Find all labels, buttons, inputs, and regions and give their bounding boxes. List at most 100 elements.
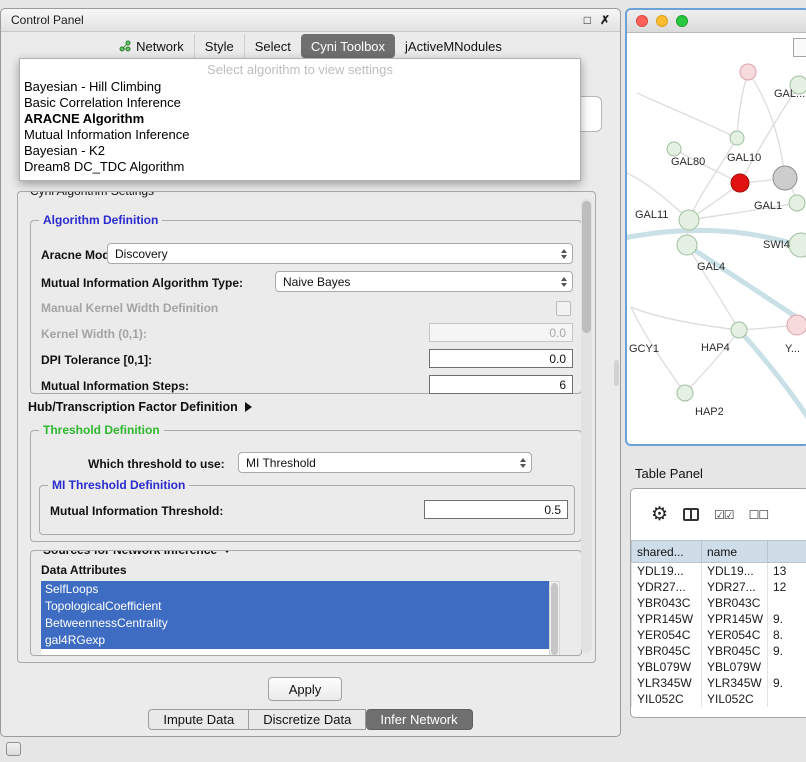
network-node[interactable] [677,235,697,255]
data-attribute-item[interactable]: BetweennessCentrality [41,615,549,632]
table-row[interactable]: YBR045CYBR045C9. [632,643,806,659]
cyni-bottom-tab-bar: Impute Data Discretize Data Infer Networ… [1,709,620,730]
table-cell: YBR043C [702,595,768,611]
table-row[interactable]: YLR345WYLR345W9. [632,675,806,691]
algorithm-option[interactable]: Bayesian - K2 [20,143,580,159]
algorithm-dropdown-placeholder[interactable]: Select algorithm to view settings [20,61,580,79]
network-node[interactable] [731,322,747,338]
network-node[interactable] [740,64,756,80]
table-cell: YIL052C [632,691,702,707]
table-row[interactable]: YIL052CYIL052C [632,691,806,707]
apply-button[interactable]: Apply [268,677,342,701]
table-row[interactable]: YPR145WYPR145W9. [632,611,806,627]
network-node[interactable] [731,174,749,192]
table-row[interactable]: YDR27...YDR27...12 [632,579,806,595]
tab-infer-network[interactable]: Infer Network [366,709,472,730]
dpi-tolerance-value: 0.0 [549,352,566,366]
close-icon[interactable]: ✗ [600,14,610,26]
svg-text:GAL4: GAL4 [697,261,725,273]
mi-steps-value: 6 [559,378,566,392]
table-cell [768,691,806,707]
tab-jactivemnodules[interactable]: jActiveMNodules [395,34,512,58]
mi-threshold-input[interactable]: 0.5 [424,500,568,519]
aracne-mode-select[interactable]: Discovery [107,243,573,264]
close-traffic-light[interactable] [636,15,648,27]
attributes-scrollbar[interactable] [549,581,560,656]
network-canvas[interactable]: GAL... GAL80 GAL10 GAL11 GAL1 SWI4 GAL4 … [627,33,806,445]
network-node[interactable] [677,385,693,401]
network-node[interactable] [789,195,805,211]
dpi-tolerance-input[interactable]: 0.0 [429,349,573,368]
table-cell: YER054C [632,627,702,643]
mi-type-value: Naive Bayes [283,275,350,289]
data-attribute-item[interactable]: gal4RGexp [41,632,549,649]
select-all-checkboxes-icon[interactable]: ☑☑ [714,509,734,521]
tab-impute-data[interactable]: Impute Data [148,709,249,730]
network-icon [119,40,131,52]
table-row[interactable]: YDL19...YDL19...13 [632,563,806,580]
algorithm-option[interactable]: Dream8 DC_TDC Algorithm [20,159,580,175]
table-cell: YDR27... [632,579,702,595]
network-window-titlebar[interactable] [627,10,806,33]
manual-kernel-checkbox[interactable] [556,301,571,316]
sources-title: Sources for Network Inference [43,550,217,557]
tab-discretize-data[interactable]: Discretize Data [249,709,366,730]
network-node[interactable] [667,142,681,156]
float-window-icon[interactable]: □ [584,14,591,26]
manual-kernel-label: Manual Kernel Width Definition [41,301,218,315]
mi-threshold-definition-title: MI Threshold Definition [48,478,189,492]
threshold-definition-title: Threshold Definition [39,423,164,437]
tab-network[interactable]: Network [109,34,194,58]
minimize-traffic-light[interactable] [656,15,668,27]
gear-icon[interactable]: ⚙ [651,505,668,524]
columns-icon[interactable] [683,508,699,521]
table-row[interactable]: YBL079WYBL079W [632,659,806,675]
column-header-shared[interactable]: shared... [632,541,702,563]
algorithm-option[interactable]: Mutual Information Inference [20,127,580,143]
table-row[interactable]: YER054CYER054C8. [632,627,806,643]
collapsed-panel-icon[interactable] [6,742,21,756]
network-graph[interactable]: GAL... GAL80 GAL10 GAL11 GAL1 SWI4 GAL4 … [627,33,806,445]
settings-scrollbar[interactable] [581,199,592,653]
svg-text:HAP2: HAP2 [695,406,724,418]
algorithm-definition-title: Algorithm Definition [39,213,162,227]
control-panel-titlebar[interactable]: Control Panel □ ✗ [1,9,620,32]
column-header-third[interactable] [768,541,806,563]
table-toolbar: ⚙ ☑☑ ☐☐ [631,489,806,540]
tab-cyni-toolbox-label: Cyni Toolbox [311,39,385,54]
obscured-field-fragment [578,96,602,132]
data-attributes-list[interactable]: SelfLoopsTopologicalCoefficientBetweenne… [41,581,549,656]
threshold-definition-group: Threshold Definition Which threshold to … [30,430,582,542]
mi-threshold-value: 0.5 [544,503,561,517]
data-attribute-item[interactable]: SelfLoops [41,581,549,598]
network-node[interactable] [787,315,806,335]
network-view-window: GAL... GAL80 GAL10 GAL11 GAL1 SWI4 GAL4 … [625,8,806,446]
algorithm-option[interactable]: ARACNE Algorithm [20,111,580,127]
network-node[interactable] [789,233,806,257]
canvas-scroll-box[interactable] [793,38,806,57]
tab-select[interactable]: Select [244,34,301,58]
which-threshold-select[interactable]: MI Threshold [238,452,532,473]
zoom-traffic-light[interactable] [676,15,688,27]
tab-discretize-data-label: Discretize Data [263,712,351,727]
data-attribute-item[interactable]: TopologicalCoefficient [41,598,549,615]
table-row[interactable]: YBR043CYBR043C [632,595,806,611]
mi-type-select[interactable]: Naive Bayes [275,271,573,292]
network-node[interactable] [773,166,797,190]
network-node[interactable] [730,131,744,145]
table-cell: YER054C [702,627,768,643]
panel-divider-handle[interactable] [614,360,619,386]
tab-style[interactable]: Style [194,34,244,58]
mi-steps-input[interactable]: 6 [429,375,573,394]
table-panel-caption: Table Panel [635,466,703,481]
deselect-all-checkboxes-icon[interactable]: ☐☐ [749,509,769,521]
control-panel-title: Control Panel [11,13,84,27]
column-header-name[interactable]: name [702,541,768,563]
hub-tf-definition-toggle[interactable]: Hub/Transcription Factor Definition [28,400,252,414]
sources-title-row[interactable]: Sources for Network Inference [39,550,236,557]
network-node[interactable] [679,210,699,230]
cyni-algorithm-settings-title: Cyni Algorithm Settings [26,191,158,198]
algorithm-option[interactable]: Bayesian - Hill Climbing [20,79,580,95]
tab-cyni-toolbox[interactable]: Cyni Toolbox [301,34,395,58]
algorithm-option[interactable]: Basic Correlation Inference [20,95,580,111]
